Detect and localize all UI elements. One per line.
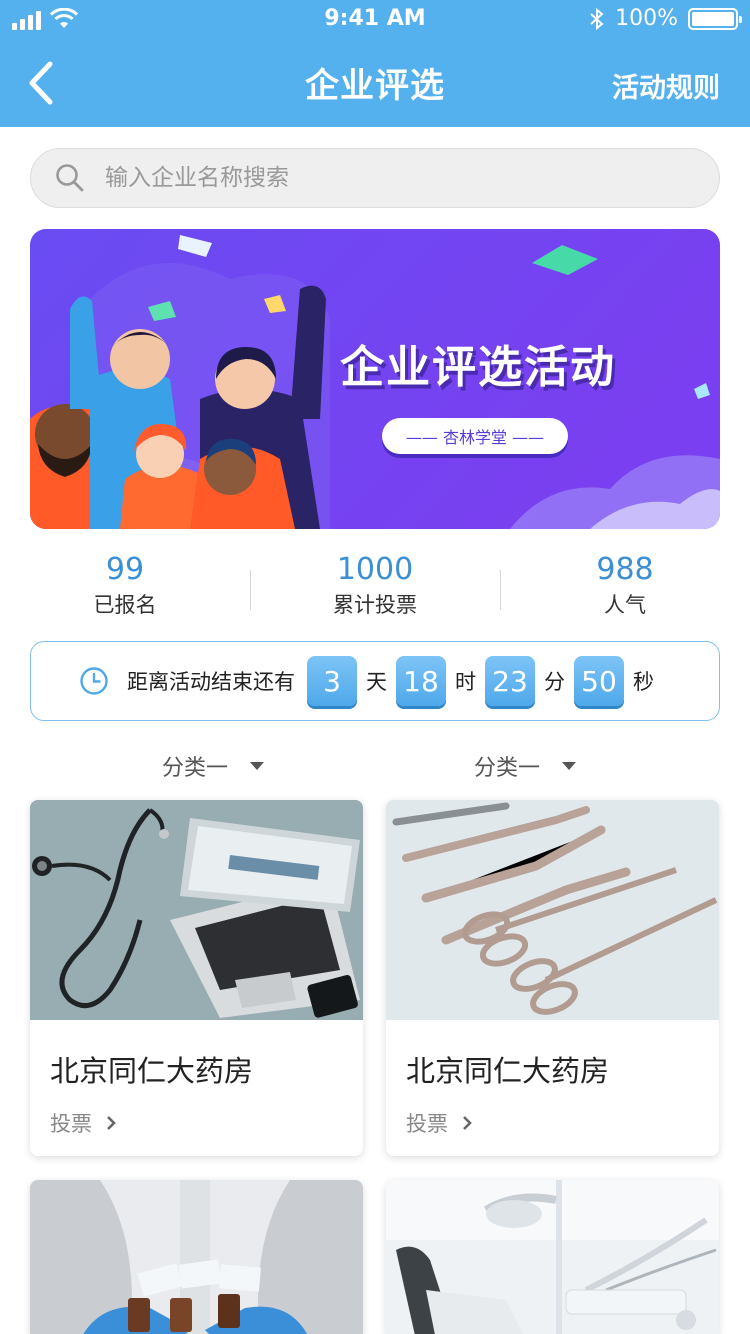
- countdown-seconds: 50: [574, 656, 624, 706]
- stat-total-votes: 1000 累计投票: [250, 550, 500, 630]
- bluetooth-icon: [590, 7, 604, 30]
- countdown-minute-unit: 分: [544, 670, 565, 694]
- stat-value: 1000: [336, 552, 414, 587]
- card-image-medicine-hands: [30, 1180, 363, 1334]
- card-image-laptop-stethoscope: [30, 800, 363, 1020]
- company-card[interactable]: 北京同仁大药房 投票: [30, 800, 363, 1156]
- promo-banner[interactable]: 企业评选活动 —— 杏林学堂 ——: [30, 229, 720, 529]
- caret-down-icon: [562, 762, 577, 770]
- filter-label: 分类一: [162, 756, 229, 781]
- countdown-panel: 距离活动结束还有 3 天 18 时 23 分 50 秒: [30, 641, 720, 721]
- vote-label: 投票: [406, 1112, 448, 1136]
- stat-label: 已报名: [93, 593, 157, 617]
- countdown-label: 距离活动结束还有: [127, 670, 295, 694]
- vote-link[interactable]: 投票: [406, 1108, 719, 1138]
- company-name: 北京同仁大药房: [406, 1054, 610, 1088]
- search-icon: [56, 164, 84, 192]
- app-header: 9:41 AM 100% 企业评选 活动规则: [0, 0, 750, 127]
- card-image-dental-chair: [386, 1180, 719, 1334]
- company-card[interactable]: 北京同仁大药房 投票: [386, 800, 719, 1156]
- status-right: 100%: [589, 6, 742, 31]
- activity-rules-link[interactable]: 活动规则: [612, 66, 720, 105]
- countdown-hour-unit: 时: [455, 670, 476, 694]
- search-input[interactable]: [105, 165, 665, 191]
- status-bar: 9:41 AM 100%: [0, 0, 750, 40]
- chevron-right-icon: [463, 1116, 472, 1130]
- battery-icon: [688, 7, 742, 30]
- battery-percent: 100%: [615, 6, 678, 31]
- stat-label: 人气: [604, 593, 646, 617]
- company-card[interactable]: [386, 1180, 719, 1334]
- stat-registered: 99 已报名: [0, 550, 250, 630]
- filter-bar: 分类一 分类一: [0, 742, 750, 786]
- caret-down-icon: [250, 762, 265, 770]
- countdown-hours: 18: [396, 656, 446, 706]
- company-name: 北京同仁大药房: [50, 1054, 254, 1088]
- vote-link[interactable]: 投票: [50, 1108, 363, 1138]
- search-bar[interactable]: [30, 148, 720, 208]
- chevron-right-icon: [107, 1116, 116, 1130]
- banner-title: 企业评选活动: [340, 342, 616, 393]
- company-card[interactable]: [30, 1180, 363, 1334]
- countdown-day-unit: 天: [366, 670, 387, 694]
- stats-row: 99 已报名 1000 累计投票 988 人气: [0, 550, 750, 630]
- category-filter-1[interactable]: 分类一: [162, 750, 265, 782]
- clock-icon: [80, 667, 108, 695]
- countdown-minutes: 23: [485, 656, 535, 706]
- stat-popularity: 988 人气: [500, 550, 750, 630]
- banner-subtitle: —— 杏林学堂 ——: [382, 418, 568, 454]
- stat-value: 99: [105, 552, 145, 587]
- filter-label: 分类一: [474, 756, 541, 781]
- countdown-days: 3: [307, 656, 357, 706]
- nav-bar: 企业评选 活动规则: [0, 40, 750, 127]
- stat-value: 988: [596, 552, 654, 587]
- vote-label: 投票: [50, 1112, 92, 1136]
- card-image-surgical-tools: [386, 800, 719, 1020]
- countdown-second-unit: 秒: [633, 670, 654, 694]
- stat-label: 累计投票: [333, 593, 417, 617]
- category-filter-2[interactable]: 分类一: [474, 750, 577, 782]
